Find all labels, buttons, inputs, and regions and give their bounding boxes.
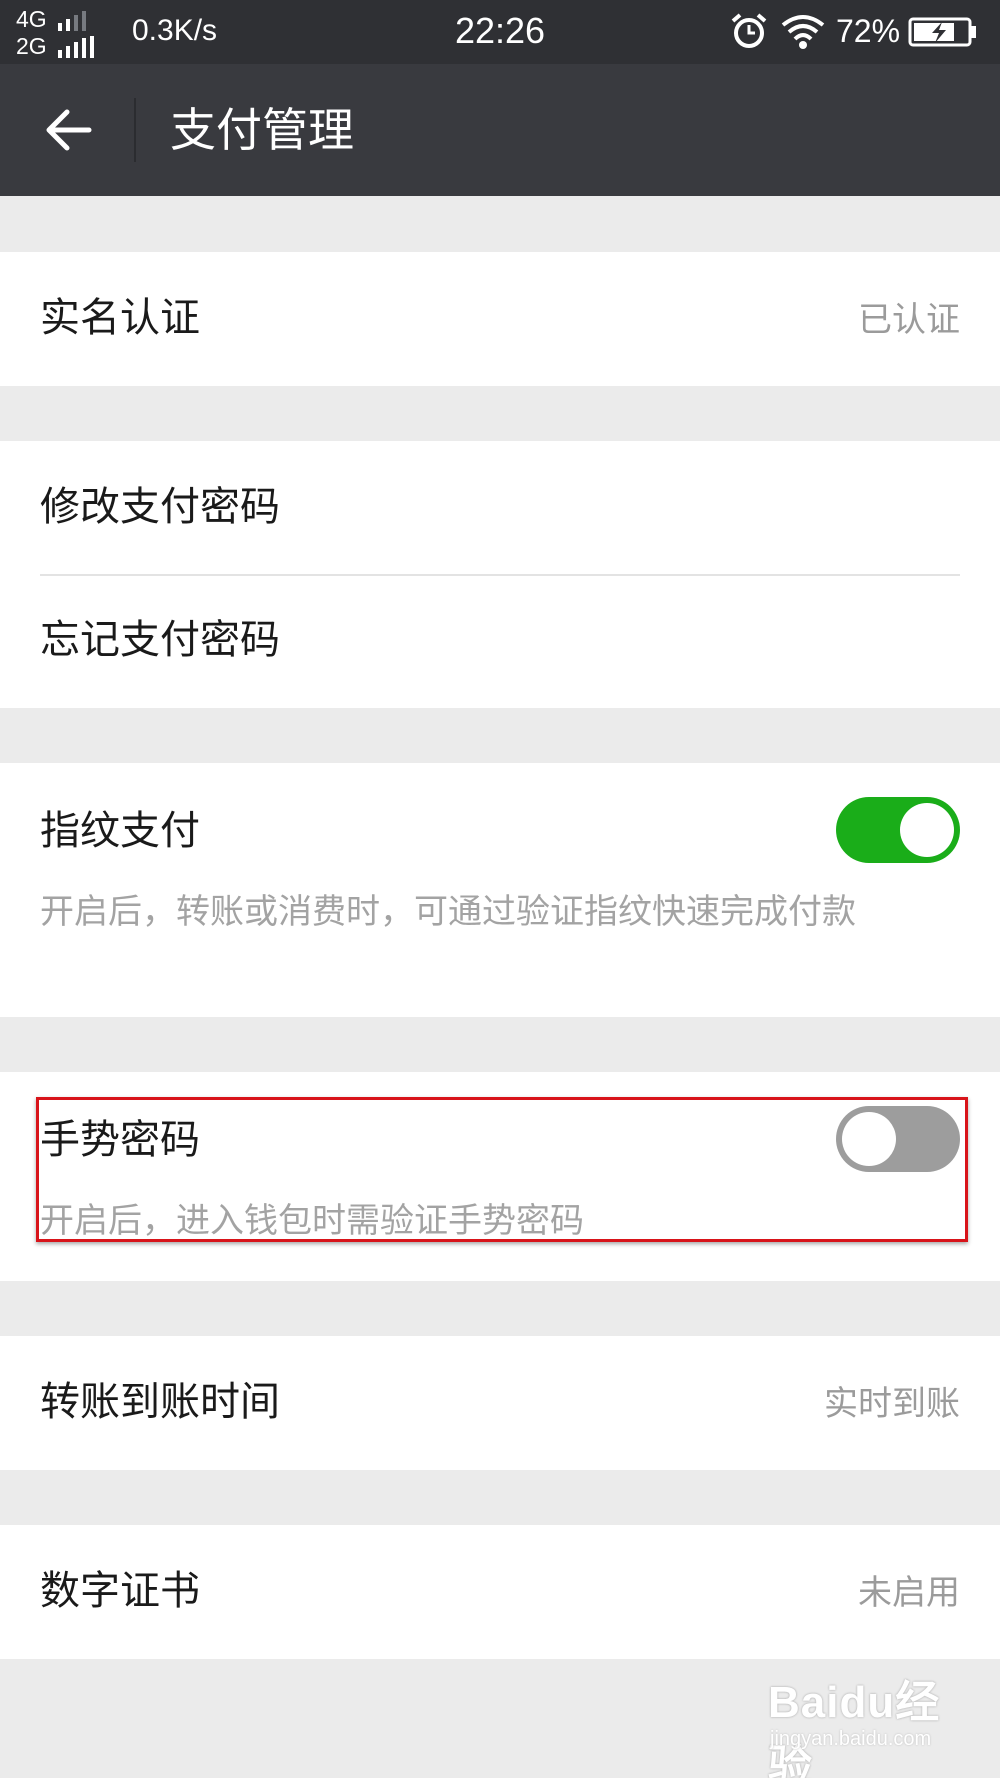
row-description: 开启后，进入钱包时需验证手势密码 — [40, 1201, 584, 1241]
change-payment-password-row[interactable]: 修改支付密码 — [0, 441, 1000, 575]
status-bar: 4G 2G 0.3K/s 22:26 72% — [0, 0, 1000, 64]
real-name-verification-row[interactable]: 实名认证 已认证 — [0, 252, 1000, 386]
back-button[interactable] — [30, 92, 106, 168]
gesture-password-row: 手势密码 开启后，进入钱包时需验证手势密码 — [0, 1072, 1000, 1281]
payment-management-screen: 4G 2G 0.3K/s 22:26 72% 支付管理 实名认证 已认证 修改支… — [0, 0, 1000, 1778]
page-title: 支付管理 — [170, 103, 354, 157]
fingerprint-payment-row: 指纹支付 开启后，转账或消费时，可通过验证指纹快速完成付款 — [0, 763, 1000, 1017]
row-label: 手势密码 — [40, 1117, 200, 1163]
row-label: 转账到账时间 — [40, 1379, 280, 1425]
row-divider — [40, 574, 960, 576]
row-value: 未启用 — [858, 1573, 960, 1613]
toggle-knob — [900, 803, 954, 857]
watermark-url: jingyan.baidu.com — [770, 1728, 932, 1750]
row-label: 修改支付密码 — [40, 484, 280, 530]
toggle-knob — [842, 1112, 896, 1166]
battery-charging-icon — [908, 17, 976, 47]
gesture-password-toggle[interactable] — [836, 1106, 960, 1172]
forgot-payment-password-row[interactable]: 忘记支付密码 — [0, 574, 1000, 708]
row-value: 已认证 — [858, 300, 960, 340]
title-divider — [134, 98, 136, 162]
fingerprint-payment-toggle[interactable] — [836, 797, 960, 863]
baidu-watermark: Baidu经验 jingyan.baidu.com — [762, 1666, 982, 1778]
row-label: 指纹支付 — [40, 808, 200, 854]
title-bar: 支付管理 — [0, 64, 1000, 196]
row-value: 实时到账 — [824, 1384, 960, 1424]
transfer-arrival-time-row[interactable]: 转账到账时间 实时到账 — [0, 1336, 1000, 1470]
battery-percent: 72% — [836, 13, 901, 49]
row-description: 开启后，转账或消费时，可通过验证指纹快速完成付款 — [40, 892, 856, 932]
arrow-left-icon — [46, 109, 92, 151]
row-label: 忘记支付密码 — [40, 617, 280, 663]
watermark-logo: Baidu经验 — [768, 1678, 941, 1778]
wifi-icon — [781, 15, 825, 49]
digital-certificate-row[interactable]: 数字证书 未启用 — [0, 1525, 1000, 1659]
row-label: 实名认证 — [40, 295, 200, 341]
row-label: 数字证书 — [40, 1568, 200, 1614]
alarm-icon — [731, 13, 767, 48]
